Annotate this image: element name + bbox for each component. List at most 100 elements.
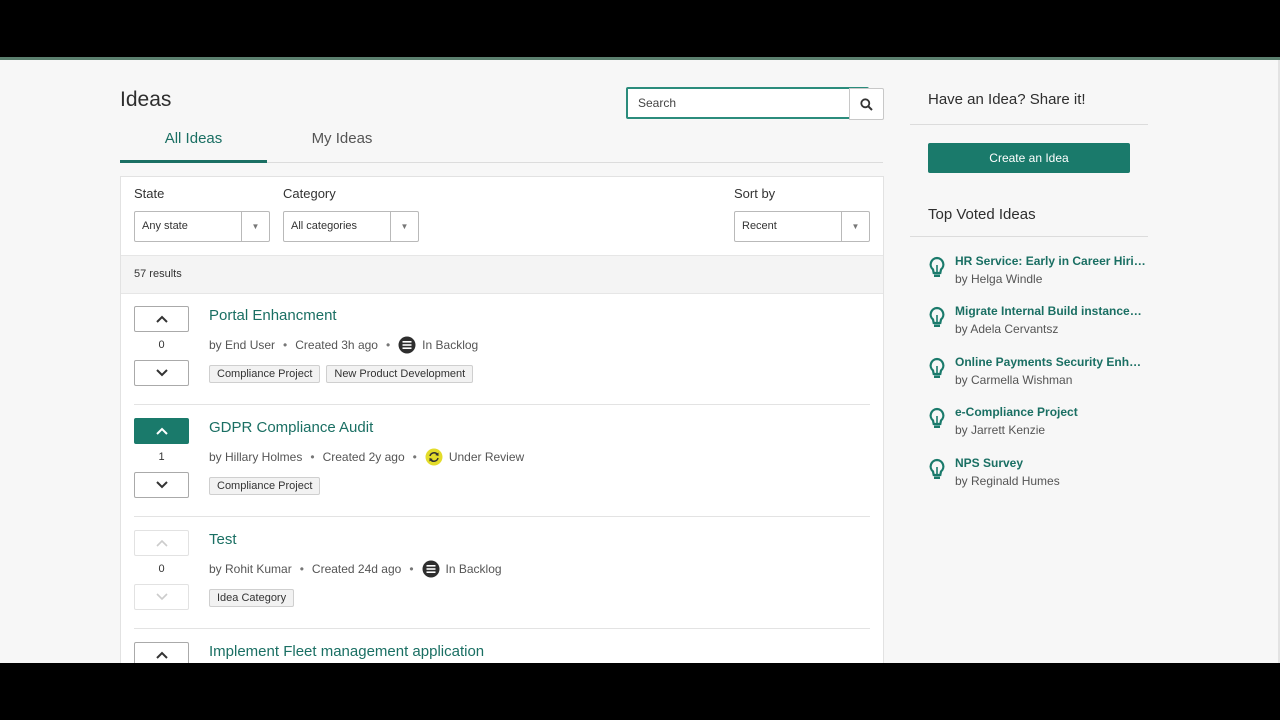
top-idea-item: e-Compliance Project by Jarrett Kenzie [928, 405, 1148, 445]
backlog-icon [398, 336, 416, 354]
idea-row: Implement Fleet management application [121, 629, 883, 663]
lightbulb-icon [929, 256, 945, 277]
top-idea-title-link[interactable]: e-Compliance Project [955, 405, 1147, 419]
top-idea-title-link[interactable]: Online Payments Security Enhan… [955, 355, 1147, 369]
downvote-button[interactable] [134, 360, 189, 386]
upvote-button[interactable] [134, 642, 189, 663]
sidebar-divider [910, 236, 1148, 237]
category-tag[interactable]: Idea Category [209, 589, 295, 607]
separator-dot: • [412, 450, 417, 464]
category-filter-select[interactable]: All categories ▼ [283, 211, 419, 242]
upvote-button[interactable] [134, 418, 189, 444]
select-value: All categories [291, 220, 358, 232]
idea-row: 0 Test by Rohit Kumar • Created 24d ago … [121, 517, 883, 629]
separator-dot: • [409, 562, 414, 576]
top-voted-heading: Top Voted Ideas [928, 206, 1036, 223]
vote-count: 0 [158, 339, 165, 351]
separator-dot: • [310, 450, 315, 464]
separator-dot: • [283, 338, 288, 352]
top-idea-author: by Carmella Wishman [955, 373, 1073, 387]
category-tag[interactable]: Compliance Project [209, 365, 321, 383]
top-idea-author: by Reginald Humes [955, 474, 1060, 488]
search-button[interactable] [849, 88, 884, 120]
tab-all-ideas[interactable]: All Ideas [120, 130, 267, 163]
dropdown-arrow-icon: ▼ [241, 212, 269, 241]
idea-created: Created 24d ago [311, 562, 402, 576]
category-tag[interactable]: Compliance Project [209, 477, 321, 495]
separator-dot: • [385, 338, 391, 352]
share-idea-heading: Have an Idea? Share it! [928, 91, 1086, 108]
vote-count: 1 [158, 451, 165, 463]
tab-label: My Ideas [311, 130, 373, 147]
idea-author: by Hillary Holmes [209, 450, 303, 464]
idea-tags: Idea Category [209, 589, 295, 607]
top-idea-title-link[interactable]: Migrate Internal Build instances t… [955, 304, 1147, 318]
chevron-down-icon [155, 369, 168, 377]
idea-row: 0 Portal Enhancment by End User • Create… [121, 293, 883, 405]
idea-title-link[interactable]: Implement Fleet management application [209, 643, 484, 660]
idea-tags: Compliance Project New Product Developme… [209, 365, 474, 383]
top-idea-author: by Helga Windle [955, 272, 1043, 286]
lightbulb-icon [929, 407, 945, 428]
sidebar-divider [910, 124, 1148, 125]
chevron-down-icon [155, 593, 168, 601]
top-idea-title-link[interactable]: NPS Survey [955, 456, 1147, 470]
idea-status: In Backlog [445, 562, 502, 576]
backlog-icon [422, 560, 440, 578]
upvote-button[interactable] [134, 306, 189, 332]
top-idea-item: Migrate Internal Build instances t… by A… [928, 304, 1148, 344]
top-idea-title-link[interactable]: HR Service: Early in Career Hiring [955, 254, 1147, 268]
idea-title-link[interactable]: Portal Enhancment [209, 307, 337, 324]
chevron-up-icon [155, 315, 168, 323]
lightbulb-icon [929, 306, 945, 327]
ideas-list-panel: State Any state ▼ Category All categorie… [120, 176, 884, 663]
idea-meta: by Hillary Holmes • Created 2y ago • Und… [209, 448, 524, 466]
bottom-letterbox [0, 663, 1280, 720]
lightbulb-icon [929, 458, 945, 479]
top-letterbox [0, 0, 1280, 57]
idea-status: In Backlog [422, 338, 479, 352]
downvote-button[interactable] [134, 472, 189, 498]
select-value: Any state [142, 220, 188, 232]
top-idea-author: by Jarrett Kenzie [955, 423, 1046, 437]
tab-label: All Ideas [164, 130, 223, 147]
results-count-bar: 57 results [121, 255, 883, 294]
idea-author: by Rohit Kumar [209, 562, 292, 576]
top-idea-item: HR Service: Early in Career Hiring by He… [928, 254, 1148, 294]
separator-dot: • [299, 562, 304, 576]
idea-meta: by End User • Created 3h ago • In Backlo… [209, 336, 478, 354]
downvote-button[interactable] [134, 584, 189, 610]
state-filter-select[interactable]: Any state ▼ [134, 211, 270, 242]
create-idea-button[interactable]: Create an Idea [928, 143, 1130, 173]
chevron-up-icon [155, 539, 168, 547]
ideas-tabs: All Ideas My Ideas [120, 120, 883, 163]
idea-status: Under Review [448, 450, 525, 464]
chevron-up-icon [155, 651, 168, 659]
search-input[interactable] [626, 87, 869, 119]
state-filter-label: State [134, 186, 165, 201]
ideas-portal-page: Ideas All Ideas My Ideas State Any state… [0, 60, 1280, 663]
chevron-up-icon [155, 427, 168, 435]
results-count: 57 results [134, 268, 182, 280]
idea-meta: by Rohit Kumar • Created 24d ago • In Ba… [209, 560, 502, 578]
idea-title-link[interactable]: GDPR Compliance Audit [209, 419, 373, 436]
dropdown-arrow-icon: ▼ [841, 212, 869, 241]
dropdown-arrow-icon: ▼ [390, 212, 418, 241]
lightbulb-icon [929, 357, 945, 378]
vote-count: 0 [158, 563, 165, 575]
category-tag[interactable]: New Product Development [326, 365, 474, 383]
review-icon [425, 448, 443, 466]
search-icon [860, 97, 873, 111]
page-title: Ideas [120, 88, 172, 111]
idea-title-link[interactable]: Test [209, 531, 237, 548]
upvote-button[interactable] [134, 530, 189, 556]
tab-my-ideas[interactable]: My Ideas [268, 130, 416, 162]
idea-created: Created 2y ago [322, 450, 405, 464]
top-idea-item: Online Payments Security Enhan… by Carme… [928, 355, 1148, 395]
sort-select[interactable]: Recent ▼ [734, 211, 870, 242]
top-idea-item: NPS Survey by Reginald Humes [928, 456, 1148, 496]
chevron-down-icon [155, 481, 168, 489]
idea-created: Created 3h ago [295, 338, 378, 352]
idea-tags: Compliance Project [209, 477, 321, 495]
select-value: Recent [742, 220, 777, 232]
